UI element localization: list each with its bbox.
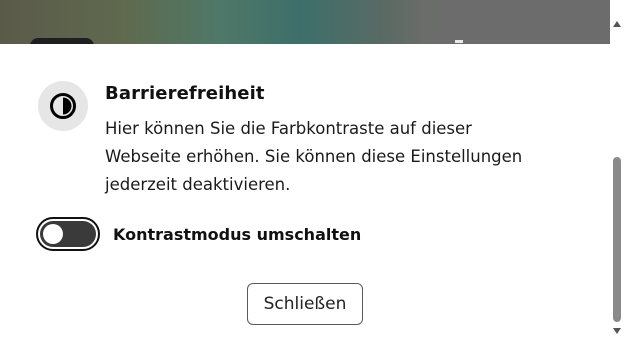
dialog-title: Barrierefreiheit — [105, 83, 265, 104]
background-image-panel — [438, 0, 625, 44]
contrast-toggle-label: Kontrastmodus umschalten — [113, 224, 362, 244]
viewport: Barrierefreiheit Hier können Sie die Far… — [0, 0, 640, 341]
scroll-up-arrow-icon[interactable] — [613, 21, 621, 27]
toggle-knob — [43, 224, 63, 244]
contrast-mode-toggle[interactable] — [36, 217, 100, 251]
background-mark — [455, 40, 463, 43]
close-button[interactable]: Schließen — [247, 283, 363, 325]
contrast-toggle-row: Kontrastmodus umschalten — [36, 217, 361, 251]
toggle-track — [40, 221, 96, 247]
contrast-icon — [38, 81, 88, 131]
contrast-icon-glyph — [50, 93, 76, 119]
scrollbar-thumb[interactable] — [613, 157, 621, 322]
dialog-description: Hier können Sie die Farbkontraste auf di… — [105, 119, 523, 194]
window-gutter — [625, 0, 640, 341]
vertical-scrollbar[interactable] — [610, 0, 625, 341]
dialog-header: Barrierefreiheit Hier können Sie die Far… — [38, 81, 545, 199]
dialog-text: Barrierefreiheit Hier können Sie die Far… — [105, 82, 545, 199]
background-page — [0, 0, 625, 44]
scroll-down-arrow-icon[interactable] — [613, 328, 621, 334]
accessibility-dialog: Barrierefreiheit Hier können Sie die Far… — [0, 44, 610, 341]
